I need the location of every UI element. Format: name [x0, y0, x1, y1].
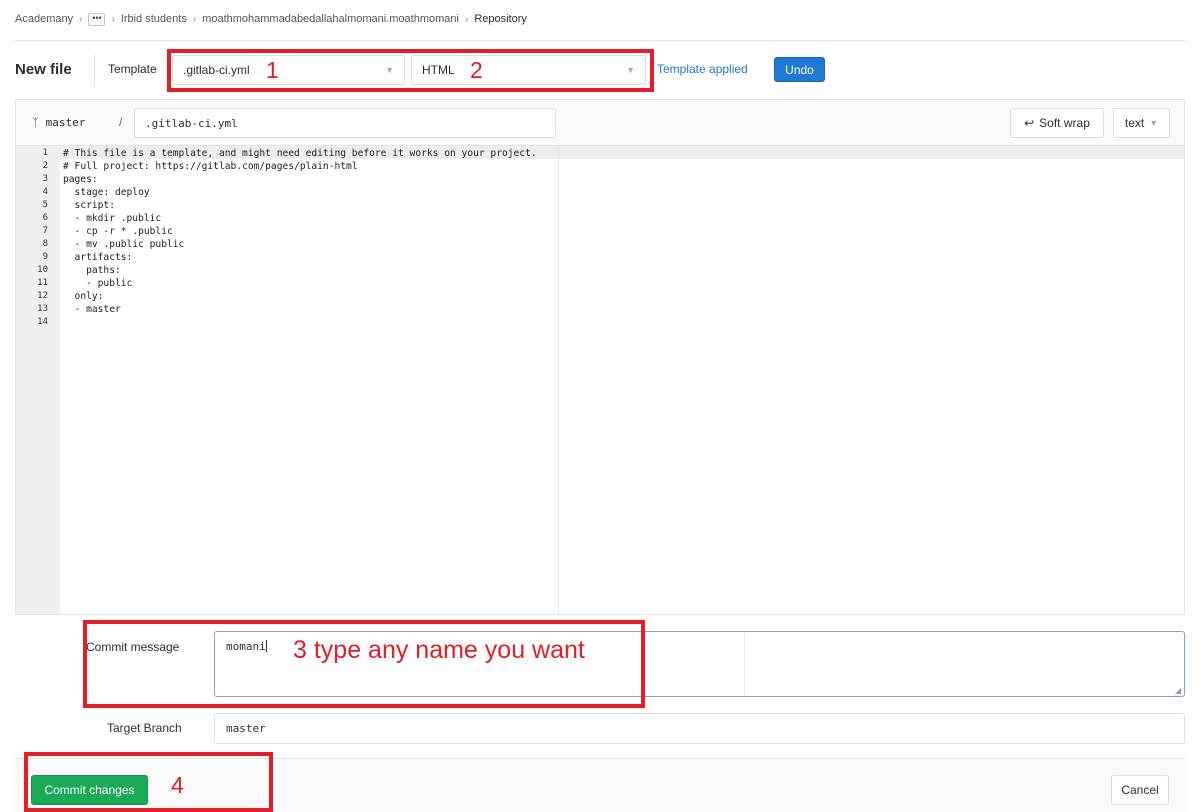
- target-branch-input[interactable]: master: [214, 713, 1185, 744]
- line-number: 11: [37, 278, 48, 288]
- code-line: - public: [63, 278, 133, 289]
- line-number: 13: [37, 304, 48, 314]
- line-number: 9: [42, 252, 48, 262]
- annotation-label-1: 1: [266, 57, 279, 83]
- textarea-divider: [744, 632, 745, 696]
- annotation-label-4: 4: [171, 772, 184, 798]
- code-line: stage: deploy: [63, 187, 150, 198]
- breadcrumb-expand-button[interactable]: •••: [88, 12, 106, 26]
- breadcrumb-item-irbid-students[interactable]: Irbid students: [121, 13, 187, 25]
- soft-wrap-button[interactable]: ↩ Soft wrap: [1010, 108, 1104, 138]
- template-applied-status: Template applied: [657, 62, 748, 76]
- line-number: 1: [42, 148, 48, 158]
- code-line: pages:: [63, 174, 98, 185]
- line-number: 6: [42, 213, 48, 223]
- breadcrumb-item-repository[interactable]: Repository: [474, 13, 527, 25]
- line-number: 4: [42, 187, 48, 197]
- annotation-box-4: [24, 752, 273, 812]
- chevron-down-icon: ▼: [1149, 118, 1159, 128]
- editor-mode-select[interactable]: text ▼: [1113, 108, 1170, 138]
- line-number: 10: [37, 265, 48, 275]
- line-number: 3: [42, 174, 48, 184]
- line-number-gutter: 1 2 3 4 5 6 7 8 9 10 11 12 13 14: [16, 146, 60, 614]
- path-separator: /: [119, 115, 123, 129]
- breadcrumb-separator-icon: ›: [79, 13, 83, 25]
- soft-wrap-icon: ↩: [1024, 116, 1035, 130]
- editor-header: ᛉ master / .gitlab-ci.yml ↩ Soft wrap te…: [16, 100, 1184, 146]
- breadcrumb-separator-icon: ›: [192, 13, 197, 25]
- title-divider: [94, 54, 95, 86]
- line-number: 2: [42, 161, 48, 171]
- template-label: Template: [108, 62, 157, 76]
- editor-mode-value: text: [1124, 116, 1145, 130]
- code-line: only:: [63, 291, 104, 302]
- code-line: paths:: [63, 265, 121, 276]
- breadcrumb-separator-icon: ›: [464, 13, 469, 25]
- line-number: 8: [42, 239, 48, 249]
- page-title: New file: [15, 61, 72, 78]
- code-lines: # This file is a template, and might nee…: [63, 147, 537, 329]
- code-line: # Full project: https://gitlab.com/pages…: [63, 161, 358, 172]
- resize-handle-icon[interactable]: ◢: [1175, 687, 1183, 695]
- file-path-input[interactable]: .gitlab-ci.yml: [134, 108, 556, 138]
- code-line: - master: [63, 304, 121, 315]
- cancel-button[interactable]: Cancel: [1111, 775, 1169, 805]
- code-line: script:: [63, 200, 115, 211]
- annotation-label-3: 3 type any name you want: [293, 636, 585, 664]
- code-line: - mkdir .public: [63, 213, 162, 224]
- branch-indicator: ᛉ master: [32, 116, 85, 129]
- target-branch-label: Target Branch: [107, 721, 182, 735]
- annotation-box-1-2: [167, 49, 654, 92]
- code-line: artifacts:: [63, 252, 133, 263]
- code-line: - mv .public public: [63, 239, 185, 250]
- file-editor: ᛉ master / .gitlab-ci.yml ↩ Soft wrap te…: [15, 99, 1185, 615]
- undo-button[interactable]: Undo: [774, 57, 825, 82]
- breadcrumb-item-academany[interactable]: Academany: [15, 13, 73, 25]
- header-divider: [15, 40, 1185, 41]
- annotation-label-2: 2: [470, 57, 483, 83]
- line-number: 12: [37, 291, 48, 301]
- line-number: 5: [42, 200, 48, 210]
- code-line: # This file is a template, and might nee…: [63, 148, 537, 159]
- line-number: 14: [37, 317, 48, 327]
- breadcrumb: Academany › ••• › Irbid students › moath…: [15, 11, 527, 27]
- branch-name: master: [45, 116, 86, 129]
- code-line: - cp -r * .public: [63, 226, 173, 237]
- soft-wrap-label: Soft wrap: [1039, 116, 1090, 130]
- breadcrumb-separator-icon: ›: [111, 13, 115, 25]
- annotation-box-3: [83, 620, 645, 708]
- print-margin: [558, 146, 559, 614]
- branch-icon: ᛉ: [32, 116, 39, 129]
- code-editor-area[interactable]: # This file is a template, and might nee…: [60, 146, 1184, 614]
- line-number: 7: [42, 226, 48, 236]
- breadcrumb-item-project[interactable]: moathmohammadabedallahalmomani.moathmoma…: [202, 13, 459, 25]
